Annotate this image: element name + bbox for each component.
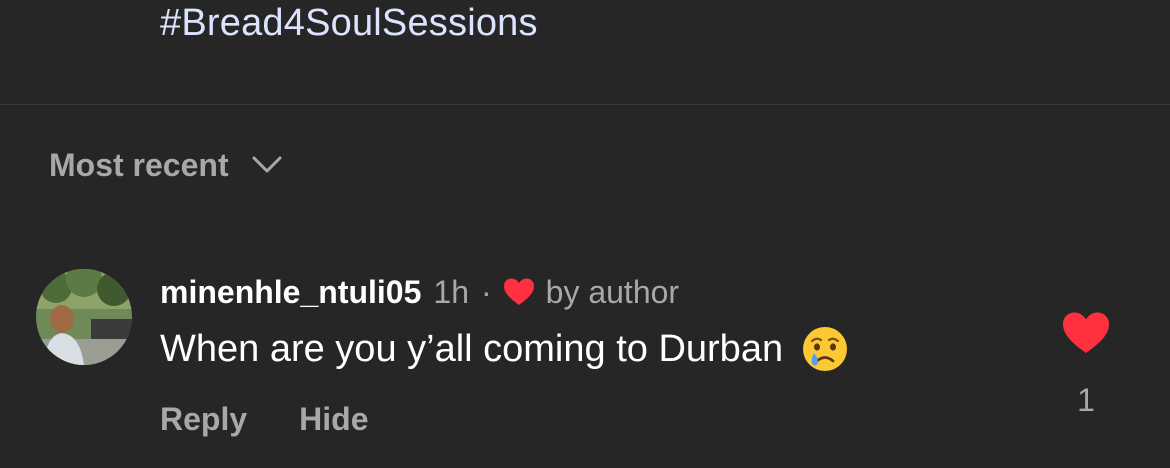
chevron-down-icon xyxy=(252,156,282,173)
liked-by-author-label: by author xyxy=(545,273,680,310)
heart-icon[interactable] xyxy=(1060,310,1112,356)
username[interactable]: minenhle_ntuli05 xyxy=(160,274,421,311)
heart-icon xyxy=(503,278,534,305)
reply-button[interactable]: Reply xyxy=(160,401,247,438)
avatar[interactable] xyxy=(36,269,132,365)
comment-body: When are you y’all coming to Durban xyxy=(160,327,784,370)
comment-actions: Reply Hide xyxy=(160,396,368,442)
meta-separator: · xyxy=(480,273,492,310)
sort-label: Most recent xyxy=(49,146,229,183)
comment-meta: minenhle_ntuli05 1h · by author xyxy=(160,270,679,314)
timestamp: 1h xyxy=(433,273,469,310)
hide-button[interactable]: Hide xyxy=(299,401,368,438)
crying-face-emoji-icon xyxy=(803,327,848,371)
comment-text: When are you y’all coming to Durban xyxy=(160,324,849,374)
divider xyxy=(0,104,1170,105)
like-count: 1 xyxy=(1077,382,1095,418)
caption-hashtag[interactable]: #Bread4SoulSessions xyxy=(160,0,538,46)
sort-dropdown[interactable]: Most recent xyxy=(49,142,283,188)
